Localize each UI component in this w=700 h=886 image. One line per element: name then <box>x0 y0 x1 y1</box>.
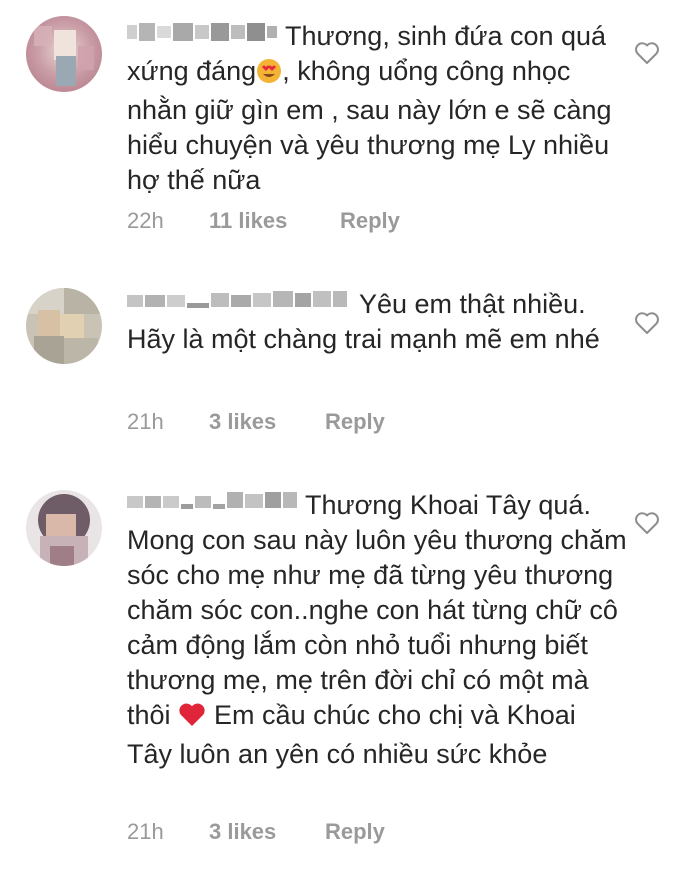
comment-likes[interactable]: 3 likes <box>209 409 325 435</box>
comment-likes[interactable]: 11 likes <box>209 208 340 234</box>
blurred-username[interactable] <box>127 21 279 43</box>
comment-time: 21h <box>127 409 164 434</box>
comment-meta: 21h 3 likes Reply <box>127 819 385 845</box>
comment-meta: 21h 3 likes Reply <box>127 409 385 435</box>
comment-likes[interactable]: 3 likes <box>209 819 325 845</box>
comment-time: 21h <box>127 819 164 844</box>
like-heart-icon[interactable] <box>634 41 660 65</box>
reply-button[interactable]: Reply <box>325 409 385 435</box>
like-heart-icon[interactable] <box>634 311 660 335</box>
reply-button[interactable]: Reply <box>340 208 400 234</box>
comment-meta: 22h 11 likes Reply <box>127 208 400 234</box>
comment-time: 22h <box>127 208 164 233</box>
reply-button[interactable]: Reply <box>325 819 385 845</box>
avatar[interactable] <box>26 490 102 566</box>
blurred-username[interactable] <box>127 289 353 311</box>
like-heart-icon[interactable] <box>634 511 660 535</box>
heart-eyes-emoji <box>256 58 282 93</box>
avatar[interactable] <box>26 288 102 364</box>
blurred-username[interactable] <box>127 490 301 512</box>
avatar[interactable] <box>26 16 102 92</box>
comment-text: Thương Khoai Tây quá. Mong con sau này l… <box>127 488 627 772</box>
red-heart-emoji <box>177 702 207 737</box>
comment-text: Thương, sinh đứa con quá xứng đáng, khôn… <box>127 19 627 198</box>
comment-text-part: Thương Khoai Tây quá. Mong con sau này l… <box>127 490 627 730</box>
comment-text: Yêu em thật nhiều. Hãy là một chàng trai… <box>127 287 627 357</box>
